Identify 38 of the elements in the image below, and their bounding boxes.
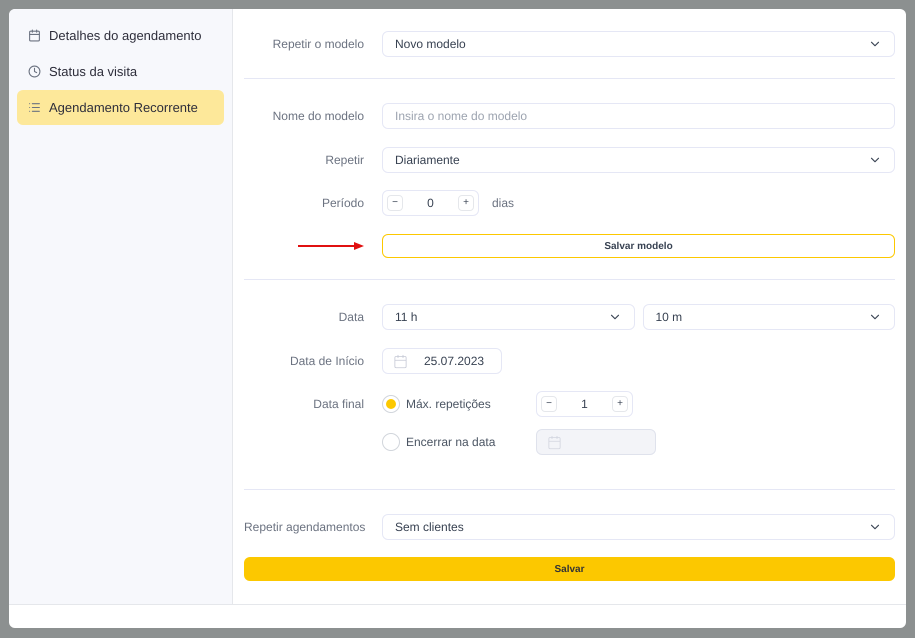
unit-label: dias [492,195,514,212]
dropdown[interactable]: Novo modelo [382,31,895,57]
field-label: Período [322,196,364,210]
field-label: Data final [313,396,364,413]
sidebar-item[interactable]: Status da visita [17,54,224,89]
date-field[interactable]: 25.07.2023 [382,348,502,374]
increment-button[interactable]: + [612,396,628,412]
dropdown[interactable]: 10 m [642,304,895,330]
radio-button[interactable] [382,395,400,413]
decrement-button[interactable]: − [541,396,557,412]
stepper-value: 0 [427,195,434,212]
save-template-button[interactable]: Salvar modelo [382,234,895,258]
radio-button[interactable] [382,433,400,451]
field-label: Data [338,310,364,324]
input-field[interactable]: Insira o nome do modelo [382,103,895,129]
field-label: Repetir agendamentos [244,520,366,534]
field-label: Repetir [325,153,364,167]
field-label: Nome do modelo [272,109,364,123]
sidebar-item[interactable]: Detalhes do agendamento [17,18,224,53]
field-label: Data de Início [290,354,364,368]
radio-label: Máx. repetições [406,396,491,413]
calendar-icon [547,434,562,450]
stepper-value: 1 [581,396,588,413]
calendar-icon [393,354,408,368]
decrement-button[interactable]: − [387,195,403,211]
save-button[interactable]: Salvar [244,557,895,581]
field-label: Repetir o modelo [272,37,364,51]
list-icon [28,101,41,114]
calendar-icon [28,29,41,42]
dropdown[interactable]: Sem clientes [382,514,895,540]
radio-label: Encerrar na data [406,434,496,451]
clock-icon [28,65,41,78]
dropdown[interactable]: 11 h [382,304,634,330]
pointer-arrow [298,242,364,250]
date-field[interactable] [536,429,656,455]
dropdown[interactable]: Diariamente [382,147,895,173]
sidebar-item[interactable]: Agendamento Recorrente [17,90,224,125]
increment-button[interactable]: + [458,195,474,211]
